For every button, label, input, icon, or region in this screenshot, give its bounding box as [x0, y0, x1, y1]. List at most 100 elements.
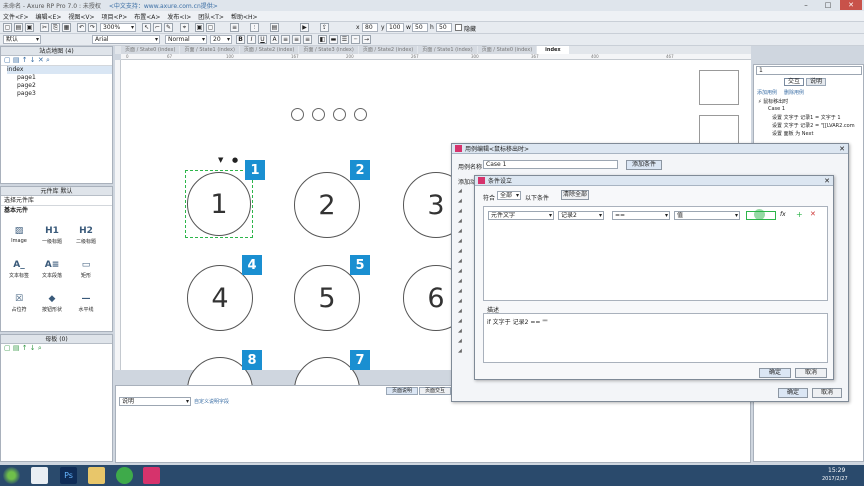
preview-icon[interactable]: ▶ — [300, 23, 309, 32]
distribute-icon[interactable]: ⫶ — [250, 23, 259, 32]
page-item[interactable]: page1 — [7, 74, 112, 82]
case-name-field[interactable]: Case 1 — [483, 160, 618, 169]
circle-2[interactable]: 2 — [294, 172, 360, 238]
tab-interactions[interactable]: 交互 — [784, 78, 804, 86]
handle-dot-icon[interactable]: ● — [232, 156, 238, 164]
folder-icon[interactable] — [88, 467, 105, 484]
y-field[interactable]: 100 — [386, 23, 404, 32]
case-item[interactable]: Case 1 — [768, 106, 785, 112]
lib-paragraph[interactable]: A≡ 文本段落 — [37, 259, 67, 280]
align-icon[interactable]: ≡ — [230, 23, 239, 32]
library-section[interactable]: 基本元件 — [1, 206, 112, 215]
copy-icon[interactable]: ⎘ — [51, 23, 60, 32]
page-item[interactable]: page2 — [7, 82, 112, 90]
tab-active[interactable]: index — [537, 46, 569, 54]
tab[interactable]: 页面 / State2 (index) — [239, 46, 299, 54]
save-icon[interactable]: ▣ — [25, 23, 34, 32]
lib-image[interactable]: ▨ Image — [4, 225, 34, 245]
maximize-icon[interactable]: □ — [817, 0, 839, 10]
lib-h1[interactable]: H1 一级标题 — [37, 225, 67, 246]
add-icon[interactable]: + — [796, 210, 803, 219]
align-right-icon[interactable]: ≡ — [303, 35, 312, 44]
move-down-icon[interactable]: ↓ — [30, 56, 38, 64]
open-icon[interactable]: ▤ — [14, 23, 23, 32]
dynamic-panel[interactable] — [699, 70, 739, 105]
share-icon[interactable]: ⇪ — [320, 23, 329, 32]
lib-shapes[interactable]: ◆ 按钮形状 — [37, 293, 67, 314]
underline-icon[interactable]: U — [258, 35, 267, 44]
zoom-select[interactable]: 300% — [100, 23, 136, 32]
photoshop-icon[interactable]: Ps — [60, 467, 77, 484]
page-index[interactable]: index — [7, 66, 112, 74]
action-item[interactable]: 设置 文字于 记录1 = 文字于 1 — [772, 114, 841, 121]
add-folder-icon[interactable]: ▤ — [13, 56, 22, 64]
tab[interactable]: 页面 / State2 (index) — [358, 46, 418, 54]
cut-icon[interactable]: ✂ — [40, 23, 49, 32]
menu-edit[interactable]: 编辑<E> — [36, 12, 62, 21]
remove-case-link[interactable]: 删除用例 — [784, 89, 804, 96]
search-icon[interactable]: ⌕ — [46, 56, 50, 64]
lib-rectangle[interactable]: ▭ 矩形 — [71, 259, 101, 280]
browser-icon[interactable] — [116, 467, 133, 484]
arrow-style-icon[interactable]: → — [362, 35, 371, 44]
badge-4[interactable]: 4 — [242, 255, 262, 275]
add-master-icon[interactable]: ▢ — [4, 344, 13, 352]
small-circle[interactable] — [333, 108, 346, 121]
select-icon[interactable]: ↖ — [142, 23, 151, 32]
redo-icon[interactable]: ↷ — [88, 23, 97, 32]
menu-publish[interactable]: 发布<I> — [167, 12, 191, 21]
add-folder-icon[interactable]: ▤ — [13, 344, 22, 352]
connector-icon[interactable]: ⌐ — [153, 23, 162, 32]
font-select[interactable]: Arial — [92, 35, 160, 44]
close-icon[interactable]: ✕ — [840, 0, 862, 10]
tab-page-notes[interactable]: 页面说明 — [386, 387, 418, 395]
weight-select[interactable]: Normal — [165, 35, 207, 44]
tab[interactable]: 页面 / State1 (index) — [180, 46, 239, 54]
fill-color-icon[interactable]: ◧ — [318, 35, 327, 44]
move-down-icon[interactable]: ↓ — [30, 344, 38, 352]
tab[interactable]: 页面 / State1 (index) — [418, 46, 477, 54]
search-icon[interactable]: ⌕ — [38, 344, 42, 352]
condition-operator-select[interactable]: == — [612, 211, 670, 220]
menu-file[interactable]: 文件<F> — [3, 12, 29, 21]
group-icon[interactable]: ▣ — [195, 23, 204, 32]
add-condition-button[interactable]: 添加条件 — [626, 160, 662, 170]
lib-placeholder[interactable]: ☒ 占位符 — [4, 293, 34, 314]
hide-checkbox[interactable] — [455, 24, 462, 31]
custom-fields-link[interactable]: 自定义说明字段 — [194, 398, 229, 405]
add-case-link[interactable]: 添加用例 — [757, 89, 777, 96]
new-icon[interactable]: ▢ — [3, 23, 12, 32]
menu-help[interactable]: 帮助<H> — [231, 12, 258, 21]
clear-all-button[interactable]: 清除全部 — [561, 190, 589, 200]
small-circle[interactable] — [312, 108, 325, 121]
badge-2[interactable]: 2 — [350, 160, 370, 180]
align-center-icon[interactable]: ≡ — [292, 35, 301, 44]
case-cancel-button[interactable]: 取消 — [812, 388, 842, 398]
library-select[interactable]: 选择元件库 — [1, 196, 112, 206]
line-style-icon[interactable]: ┄ — [351, 35, 360, 44]
move-up-icon[interactable]: ↑ — [22, 56, 30, 64]
close-icon[interactable]: ✕ — [824, 177, 830, 185]
tab-page-interactions[interactable]: 页面交互 — [419, 387, 451, 395]
fx-icon[interactable]: fx — [780, 211, 786, 218]
badge-5[interactable]: 5 — [350, 255, 370, 275]
menu-view[interactable]: 视图<V> — [68, 12, 94, 21]
badge-7[interactable]: 7 — [350, 350, 370, 370]
size-select[interactable]: 20 — [210, 35, 232, 44]
small-circle[interactable] — [291, 108, 304, 121]
handle-arrow-icon[interactable]: ▼ — [218, 156, 223, 164]
undo-icon[interactable]: ↶ — [77, 23, 86, 32]
small-circle[interactable] — [354, 108, 367, 121]
page-item[interactable]: page3 — [7, 90, 112, 98]
event-mouse-out[interactable]: ⚡ 鼠标移出时 — [758, 98, 788, 105]
add-page-icon[interactable]: ▢ — [4, 56, 13, 64]
menu-arrange[interactable]: 布置<A> — [134, 12, 160, 21]
lib-h2[interactable]: H2 二级标题 — [71, 225, 101, 246]
minimize-icon[interactable]: – — [795, 0, 817, 10]
case-ok-button[interactable]: 确定 — [778, 388, 808, 398]
dynamic-panel[interactable] — [699, 115, 739, 145]
tab[interactable]: 页面 / State0 (index) — [121, 46, 180, 54]
paste-icon[interactable]: ▦ — [62, 23, 71, 32]
action-item[interactable]: 设置 面板 为 Next — [772, 130, 813, 137]
action-item[interactable]: 设置 文字于 记录2 = "[[LVAR2.com — [772, 122, 855, 129]
